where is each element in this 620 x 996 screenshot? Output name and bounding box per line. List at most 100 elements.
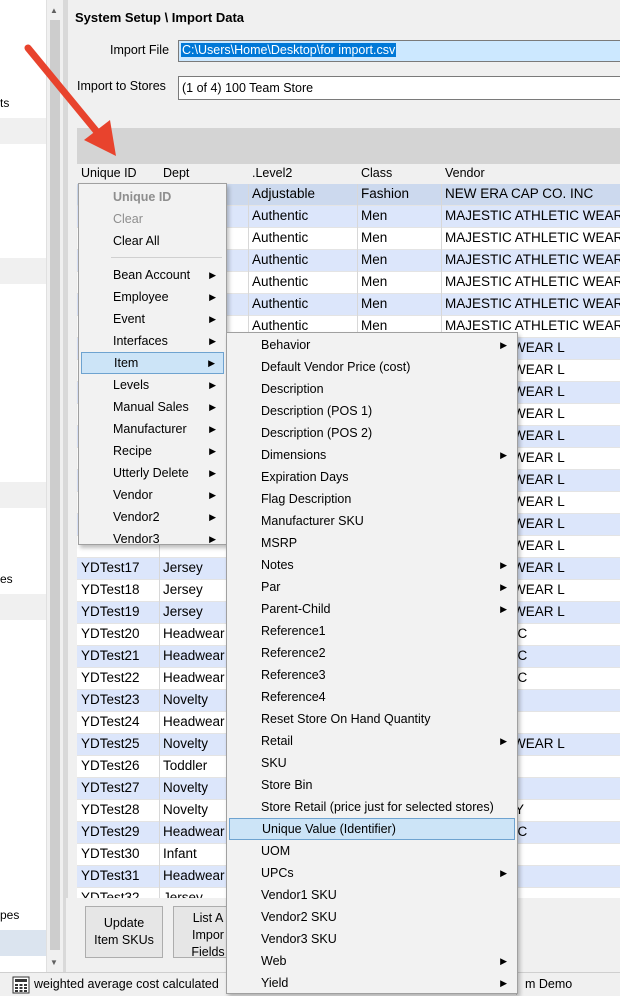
cell-divider [248, 206, 249, 228]
submenu-item[interactable]: Retail ▶ [229, 730, 515, 752]
menu-item[interactable]: Employee ▶ [81, 286, 224, 308]
update-item-skus-button[interactable]: Update Item SKUs [85, 906, 163, 958]
table-cell: YDTest18 [81, 582, 140, 597]
menu-item[interactable]: Item ▶ [81, 352, 224, 374]
table-cell: YDTest29 [81, 824, 140, 839]
submenu-item[interactable]: SKU [229, 752, 515, 774]
table-cell: Authentic [252, 252, 309, 267]
table-cell: MAJESTIC ATHLETIC WEAR L [445, 230, 620, 245]
submenu-item[interactable]: Vendor3 SKU [229, 928, 515, 950]
cell-divider [159, 558, 160, 580]
menu-item[interactable]: Utterly Delete ▶ [81, 462, 224, 484]
cell-divider [159, 822, 160, 844]
menu-separator [111, 257, 222, 258]
cell-divider [159, 690, 160, 712]
submenu-arrow-icon: ▶ [500, 604, 507, 614]
submenu-arrow-icon: ▶ [208, 358, 215, 368]
submenu-item[interactable]: Expiration Days [229, 466, 515, 488]
submenu-item-label: Vendor1 SKU [261, 888, 337, 902]
item-submenu[interactable]: Behavior ▶ Default Vendor Price (cost) Desc… [226, 332, 518, 994]
submenu-item-label: Reference3 [261, 668, 326, 682]
import-store-select[interactable]: (1 of 4) 100 Team Store [178, 76, 620, 100]
menu-item[interactable]: Vendor2 ▶ [81, 506, 224, 528]
cell-divider [159, 646, 160, 668]
submenu-item[interactable]: Description (POS 2) [229, 422, 515, 444]
column-header-dept[interactable]: Dept [163, 166, 189, 180]
table-cell: Men [361, 208, 388, 223]
submenu-item-label: SKU [261, 756, 287, 770]
cell-divider [357, 228, 358, 250]
submenu-item[interactable]: Parent-Child ▶ [229, 598, 515, 620]
submenu-item[interactable]: Default Vendor Price (cost) [229, 356, 515, 378]
submenu-item-label: Reference2 [261, 646, 326, 660]
cell-divider [357, 272, 358, 294]
submenu-arrow-icon: ▶ [500, 450, 507, 460]
submenu-item[interactable]: Manufacturer SKU [229, 510, 515, 532]
submenu-item[interactable]: Behavior ▶ [229, 334, 515, 356]
cell-divider [441, 250, 442, 272]
menu-item[interactable]: Interfaces ▶ [81, 330, 224, 352]
menu-item[interactable]: Vendor ▶ [81, 484, 224, 506]
submenu-item[interactable]: Notes ▶ [229, 554, 515, 576]
scroll-up-icon[interactable]: ▲ [50, 6, 58, 15]
submenu-item[interactable]: Reset Store On Hand Quantity [229, 708, 515, 730]
column-header-vendor[interactable]: Vendor [445, 166, 485, 180]
cell-divider [248, 272, 249, 294]
column-header-level2[interactable]: .Level2 [252, 166, 292, 180]
table-cell: Authentic [252, 208, 309, 223]
menu-item-label: Item [114, 356, 139, 370]
table-cell: Men [361, 230, 388, 245]
menu-item-label: Manual Sales [113, 400, 189, 414]
table-cell: Headwear [163, 824, 225, 839]
submenu-arrow-icon: ▶ [500, 956, 507, 966]
submenu-item-label: Unique Value (Identifier) [262, 822, 396, 836]
context-menu[interactable]: Unique ID Clear Clear All Bean Account ▶ Empl… [78, 183, 227, 546]
submenu-item[interactable]: Store Bin [229, 774, 515, 796]
table-cell: YDTest30 [81, 846, 140, 861]
submenu-item[interactable]: Yield ▶ [229, 972, 515, 994]
table-cell: YDTest17 [81, 560, 140, 575]
submenu-item[interactable]: Web ▶ [229, 950, 515, 972]
submenu-item[interactable]: Vendor1 SKU [229, 884, 515, 906]
submenu-item[interactable]: Description (POS 1) [229, 400, 515, 422]
menu-item-label: Employee [113, 290, 169, 304]
submenu-item[interactable]: Flag Description [229, 488, 515, 510]
column-header-unique-id[interactable]: Unique ID [81, 166, 137, 180]
status-user: m Demo [516, 975, 620, 995]
menu-item[interactable]: Manufacturer ▶ [81, 418, 224, 440]
nav-item-fragment[interactable]: ts [0, 96, 9, 110]
nav-item-fragment[interactable]: pes [0, 908, 19, 922]
menu-item[interactable]: Manual Sales ▶ [81, 396, 224, 418]
table-cell: Jersey [163, 560, 203, 575]
submenu-item[interactable]: Vendor2 SKU [229, 906, 515, 928]
column-header-class[interactable]: Class [361, 166, 392, 180]
submenu-item[interactable]: Reference4 [229, 686, 515, 708]
import-file-input[interactable]: C:\Users\Home\Desktop\for import.csv [178, 40, 620, 62]
submenu-item[interactable]: Par ▶ [229, 576, 515, 598]
menu-item-label: Vendor3 [113, 532, 160, 546]
menu-item[interactable]: Event ▶ [81, 308, 224, 330]
nav-item-fragment[interactable]: es [0, 572, 13, 586]
submenu-item[interactable]: Dimensions ▶ [229, 444, 515, 466]
submenu-item[interactable]: MSRP [229, 532, 515, 554]
submenu-item[interactable]: Description [229, 378, 515, 400]
submenu-item[interactable]: Reference2 [229, 642, 515, 664]
menu-item[interactable]: Clear All [81, 230, 224, 252]
menu-item-label: Recipe [113, 444, 152, 458]
menu-item[interactable]: Levels ▶ [81, 374, 224, 396]
menu-item[interactable]: Vendor3 ▶ [81, 528, 224, 550]
submenu-item-label: Description [261, 382, 324, 396]
submenu-item[interactable]: Reference3 [229, 664, 515, 686]
nav-band-selected[interactable] [0, 930, 46, 956]
menu-item[interactable]: Bean Account ▶ [81, 264, 224, 286]
submenu-item[interactable]: Store Retail (price just for selected st… [229, 796, 515, 818]
submenu-item[interactable]: UPCs ▶ [229, 862, 515, 884]
menu-item[interactable]: Recipe ▶ [81, 440, 224, 462]
submenu-item-label: Notes [261, 558, 294, 572]
submenu-item[interactable]: Reference1 [229, 620, 515, 642]
submenu-arrow-icon: ▶ [500, 978, 507, 988]
submenu-arrow-icon: ▶ [209, 380, 216, 390]
submenu-item[interactable]: Unique Value (Identifier) [229, 818, 515, 840]
submenu-item[interactable]: UOM [229, 840, 515, 862]
scroll-down-icon[interactable]: ▼ [50, 958, 58, 967]
